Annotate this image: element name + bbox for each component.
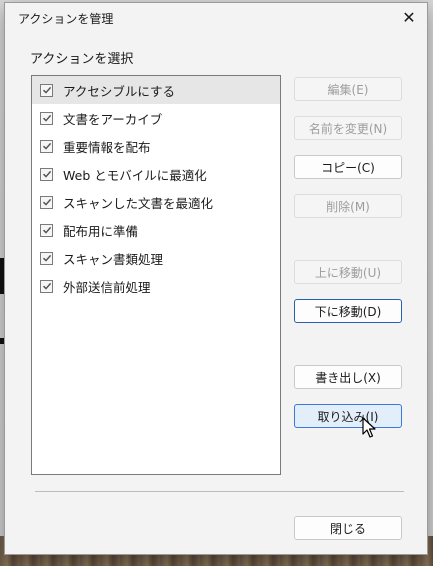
checkbox[interactable] — [40, 83, 53, 97]
action-list[interactable]: アクセシブルにする 文書をアーカイブ 重要情報を配布 Web とモバイルに最適化… — [31, 75, 281, 475]
checkbox[interactable] — [40, 279, 53, 293]
list-item-label: スキャン書類処理 — [63, 251, 164, 267]
checkbox[interactable] — [40, 111, 53, 125]
close-icon[interactable]: ✕ — [397, 7, 421, 27]
list-item[interactable]: 重要情報を配布 — [32, 132, 280, 160]
list-item-label: スキャンした文書を最適化 — [63, 195, 214, 211]
dialog-title: アクションを管理 — [18, 12, 114, 26]
close-button[interactable]: 閉じる — [294, 516, 402, 540]
list-item-label: 配布用に準備 — [63, 223, 139, 239]
check-icon — [42, 254, 51, 262]
rename-button[interactable]: 名前を変更(N) — [294, 116, 402, 140]
move-down-button[interactable]: 下に移動(D) — [294, 299, 402, 323]
list-item-label: 文書をアーカイブ — [63, 111, 163, 127]
delete-button[interactable]: 削除(M) — [294, 194, 402, 218]
check-icon — [42, 170, 51, 178]
list-item[interactable]: 配布用に準備 — [32, 216, 280, 244]
separator — [35, 491, 404, 492]
checkbox[interactable] — [40, 195, 53, 209]
checkbox[interactable] — [40, 251, 53, 265]
export-button[interactable]: 書き出し(X) — [294, 365, 402, 389]
check-icon — [42, 142, 51, 150]
list-item[interactable]: Web とモバイルに最適化 — [32, 160, 280, 188]
list-item-label: 外部送信前処理 — [63, 279, 151, 295]
list-item-label: 重要情報を配布 — [63, 139, 151, 155]
check-icon — [42, 282, 51, 290]
list-item[interactable]: 外部送信前処理 — [32, 272, 280, 300]
checkbox[interactable] — [40, 167, 53, 181]
import-button[interactable]: 取り込み(I) — [294, 404, 402, 428]
list-item[interactable]: スキャンした文書を最適化 — [32, 188, 280, 216]
check-icon — [42, 114, 51, 122]
edit-button[interactable]: 編集(E) — [294, 77, 402, 101]
list-item[interactable]: アクセシブルにする — [32, 76, 280, 104]
check-icon — [42, 86, 51, 94]
checkbox[interactable] — [40, 223, 53, 237]
list-item[interactable]: 文書をアーカイブ — [32, 104, 280, 132]
list-item-label: Web とモバイルに最適化 — [63, 167, 207, 183]
move-up-button[interactable]: 上に移動(U) — [294, 260, 402, 284]
select-action-label: アクションを選択 — [30, 52, 134, 67]
checkbox[interactable] — [40, 139, 53, 153]
list-item-label: アクセシブルにする — [63, 83, 176, 99]
check-icon — [42, 226, 51, 234]
check-icon — [42, 198, 51, 206]
list-item[interactable]: スキャン書類処理 — [32, 244, 280, 272]
copy-button[interactable]: コピー(C) — [294, 155, 402, 179]
mouse-pointer-icon — [362, 417, 376, 443]
manage-actions-dialog: アクションを管理 ✕ アクションを選択 アクセシブルにする 文書をアーカイブ 重… — [4, 2, 428, 555]
